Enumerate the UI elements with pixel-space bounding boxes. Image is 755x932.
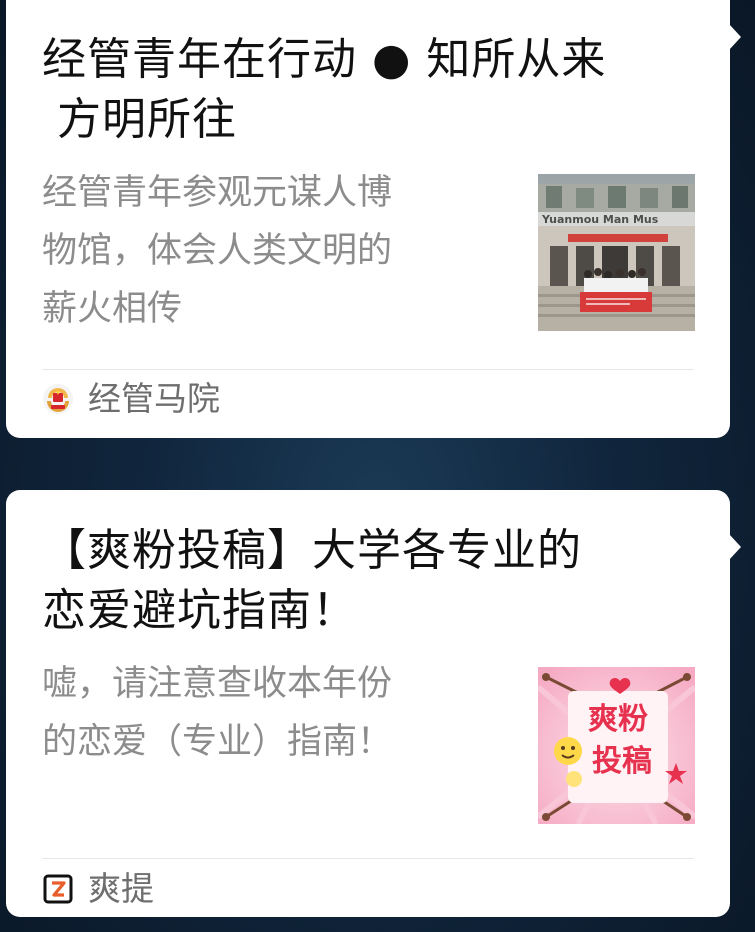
card-divider	[42, 369, 694, 370]
article-card-love-guide[interactable]: 【爽粉投稿】大学各专业的 恋爱避坑指南！ 嘘，请注意查收本年份 的恋爱（专业）指…	[6, 490, 741, 917]
article-summary-line: 物馆，体会人类文明的	[42, 231, 393, 271]
shuangti-logo-icon	[43, 874, 73, 904]
source-name: 爽提	[88, 869, 154, 908]
article-title-line: 恋爱避坑指南！	[42, 585, 357, 636]
article-summary: 经管青年参观元谋人博 物馆，体会人类文明的 薪火相传	[42, 164, 482, 338]
article-summary: 嘘，请注意查收本年份 的恋爱（专业）指南！	[42, 655, 482, 771]
article-source[interactable]: 爽提	[42, 867, 154, 911]
party-emblem-icon	[43, 384, 73, 414]
article-source[interactable]: 经管马院	[42, 377, 220, 421]
article-summary-line: 经管青年参观元谋人博	[42, 173, 393, 213]
article-title-line: 方明所往	[42, 94, 237, 145]
article-title-line: 【爽粉投稿】大学各专业的	[42, 525, 582, 576]
article-summary-line: 嘘，请注意查收本年份	[42, 664, 393, 704]
submission-poster-icon: 爽粉 投稿	[538, 667, 695, 824]
card-divider	[42, 858, 694, 859]
article-card-museum-visit[interactable]: 经管青年在行动 ● 知所从来 方明所往 经管青年参观元谋人博 物馆，体会人类文明…	[6, 0, 741, 438]
poster-text-line: 爽粉	[588, 702, 648, 737]
poster-text-line: 投稿	[592, 744, 652, 779]
source-name: 经管马院	[88, 379, 220, 418]
article-title[interactable]: 经管青年在行动 ● 知所从来 方明所往	[42, 30, 690, 150]
museum-photo-icon: Yuanmou Man Mus	[538, 174, 695, 331]
article-thumbnail[interactable]: Yuanmou Man Mus	[538, 174, 695, 331]
article-summary-line: 的恋爱（专业）指南！	[42, 722, 393, 762]
article-title-line: 经管青年在行动 ● 知所从来	[42, 34, 607, 85]
article-thumbnail[interactable]: 爽粉 投稿	[538, 667, 695, 824]
thumbnail-sign-text: Yuanmou Man Mus	[541, 213, 659, 226]
article-title[interactable]: 【爽粉投稿】大学各专业的 恋爱避坑指南！	[42, 521, 690, 641]
article-summary-line: 薪火相传	[42, 289, 183, 329]
